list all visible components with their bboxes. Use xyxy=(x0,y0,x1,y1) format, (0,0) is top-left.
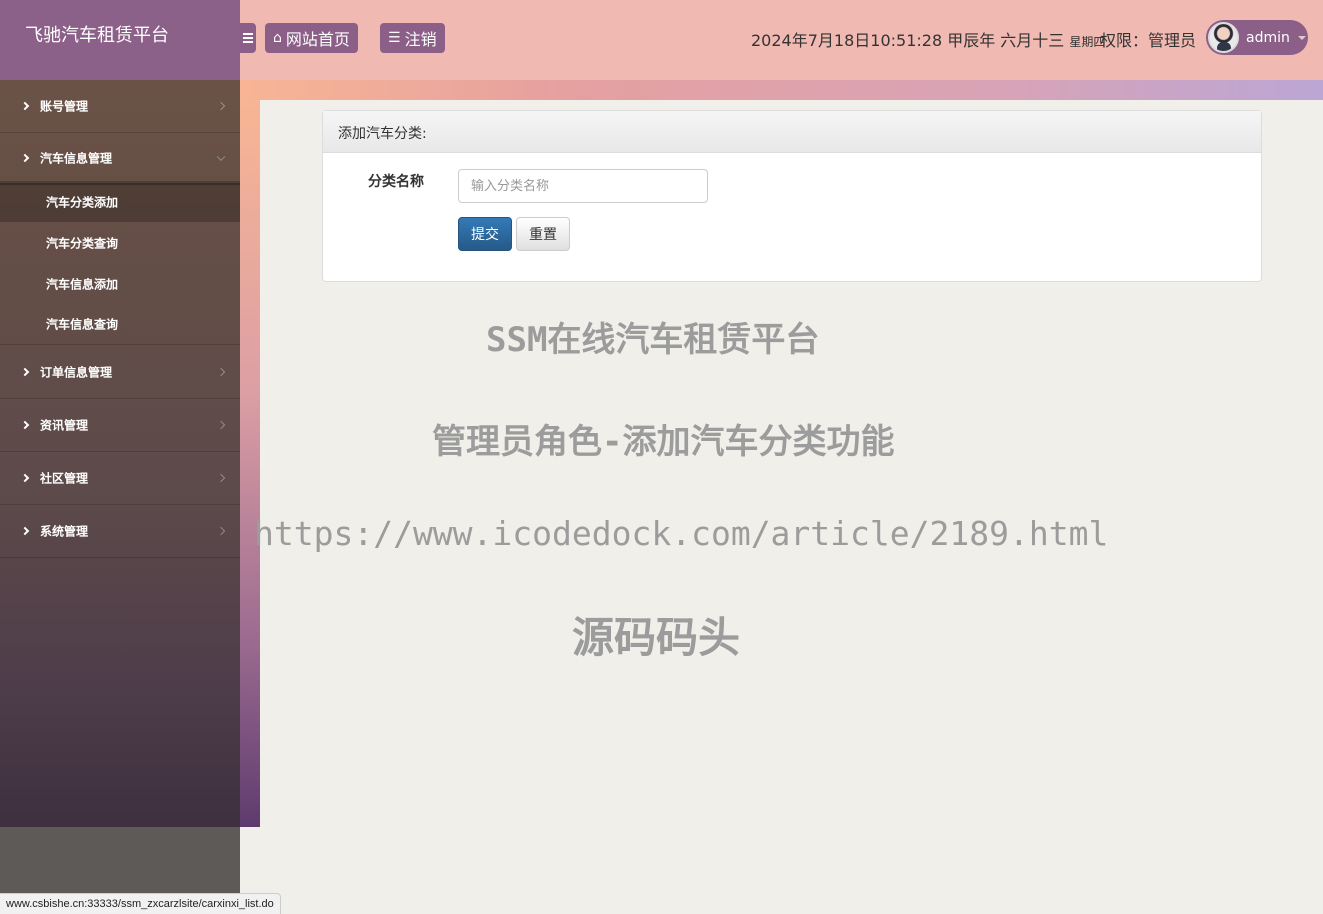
datetime-text: 2024年7月18日10:51:28 甲辰年 六月十三 xyxy=(751,31,1065,50)
caret-down-icon xyxy=(1297,35,1306,40)
category-name-input[interactable] xyxy=(458,169,708,203)
sidebar-item-label: 社区管理 xyxy=(40,471,89,486)
home-button-label: 网站首页 xyxy=(285,30,350,49)
browser-status-url: www.csbishe.cn:33333/ssm_zxcarzlsite/car… xyxy=(0,893,281,914)
home-button[interactable]: ⌂ 网站首页 xyxy=(265,23,358,53)
category-name-label: 分类名称 xyxy=(368,174,424,190)
chevron-right-icon xyxy=(20,473,30,483)
watermark-subtitle: 管理员角色-添加汽车分类功能 xyxy=(432,422,895,462)
sidebar-item-label: 订单信息管理 xyxy=(40,365,113,380)
submenu-item-label: 汽车信息添加 xyxy=(46,277,119,291)
submenu-item-car-add[interactable]: 汽车信息添加 xyxy=(0,263,240,304)
sidebar-item-label: 账号管理 xyxy=(40,99,89,114)
sidebar-item-label: 汽车信息管理 xyxy=(40,151,113,165)
logout-button-label: 注销 xyxy=(404,30,437,49)
chevron-right-icon xyxy=(216,526,226,536)
sidebar-item-account[interactable]: 账号管理 xyxy=(0,80,240,133)
sidebar-item-news[interactable]: 资讯管理 xyxy=(0,399,240,452)
home-icon: ⌂ xyxy=(273,30,282,46)
avatar xyxy=(1208,22,1239,53)
submenu-item-label: 汽车分类查询 xyxy=(46,236,119,250)
user-menu[interactable]: admin xyxy=(1206,20,1308,55)
sidebar-item-car-info[interactable]: 汽车信息管理 xyxy=(0,132,240,185)
chevron-right-icon xyxy=(20,101,30,111)
watermark-brand: 源码码头 xyxy=(572,613,741,662)
chevron-right-icon xyxy=(20,420,30,430)
sidebar-item-label: 系统管理 xyxy=(40,524,89,539)
username: admin xyxy=(1246,29,1290,46)
datetime-display: 2024年7月18日10:51:28 甲辰年 六月十三 星期四 xyxy=(751,27,1105,51)
submenu-item-category-query[interactable]: 汽车分类查询 xyxy=(0,222,240,263)
chevron-down-icon xyxy=(216,152,226,161)
sidebar-toggle-button[interactable] xyxy=(240,23,256,53)
decorative-strip xyxy=(240,100,260,827)
submenu-item-car-query[interactable]: 汽车信息查询 xyxy=(0,304,240,345)
chevron-right-icon xyxy=(20,526,30,536)
submenu-item-label: 汽车分类添加 xyxy=(46,195,119,209)
submenu-item-label: 汽车信息查询 xyxy=(46,317,119,332)
menu-icon xyxy=(243,33,253,43)
add-category-panel: 添加汽车分类: 分类名称 提交 重置 xyxy=(322,110,1262,282)
sidebar-item-community[interactable]: 社区管理 xyxy=(0,452,240,505)
watermark-title: SSM在线汽车租赁平台 xyxy=(486,320,820,360)
top-bar: ⌂ 网站首页 ☰ 注销 2024年7月18日10:51:28 甲辰年 六月十三 … xyxy=(240,0,1323,80)
sidebar-item-orders[interactable]: 订单信息管理 xyxy=(0,346,240,399)
chevron-right-icon xyxy=(216,420,226,430)
chevron-right-icon xyxy=(216,473,226,483)
chevron-right-icon xyxy=(216,367,226,377)
logout-button[interactable]: ☰ 注销 xyxy=(380,23,445,53)
sidebar-item-label: 资讯管理 xyxy=(40,418,89,433)
sidebar: 账号管理 汽车信息管理 汽车分类添加 汽车分类查询 汽车信息添加 汽车信息查询 … xyxy=(0,80,240,827)
reset-button[interactable]: 重置 xyxy=(516,217,570,251)
permission-text: 权限：管理员 xyxy=(1100,31,1197,50)
decorative-band xyxy=(240,80,1323,100)
list-icon: ☰ xyxy=(388,30,401,46)
sidebar-item-system[interactable]: 系统管理 xyxy=(0,505,240,558)
watermark-url: https://www.icodedock.com/article/2189.h… xyxy=(254,514,1109,553)
submit-button[interactable]: 提交 xyxy=(458,217,512,251)
chevron-right-icon xyxy=(20,367,30,377)
chevron-right-icon xyxy=(216,101,226,111)
brand-title: 飞驰汽车租赁平台 xyxy=(0,0,240,80)
panel-title: 添加汽车分类: xyxy=(323,111,1261,153)
chevron-right-icon xyxy=(20,153,30,162)
submenu-item-category-add[interactable]: 汽车分类添加 xyxy=(0,181,240,222)
